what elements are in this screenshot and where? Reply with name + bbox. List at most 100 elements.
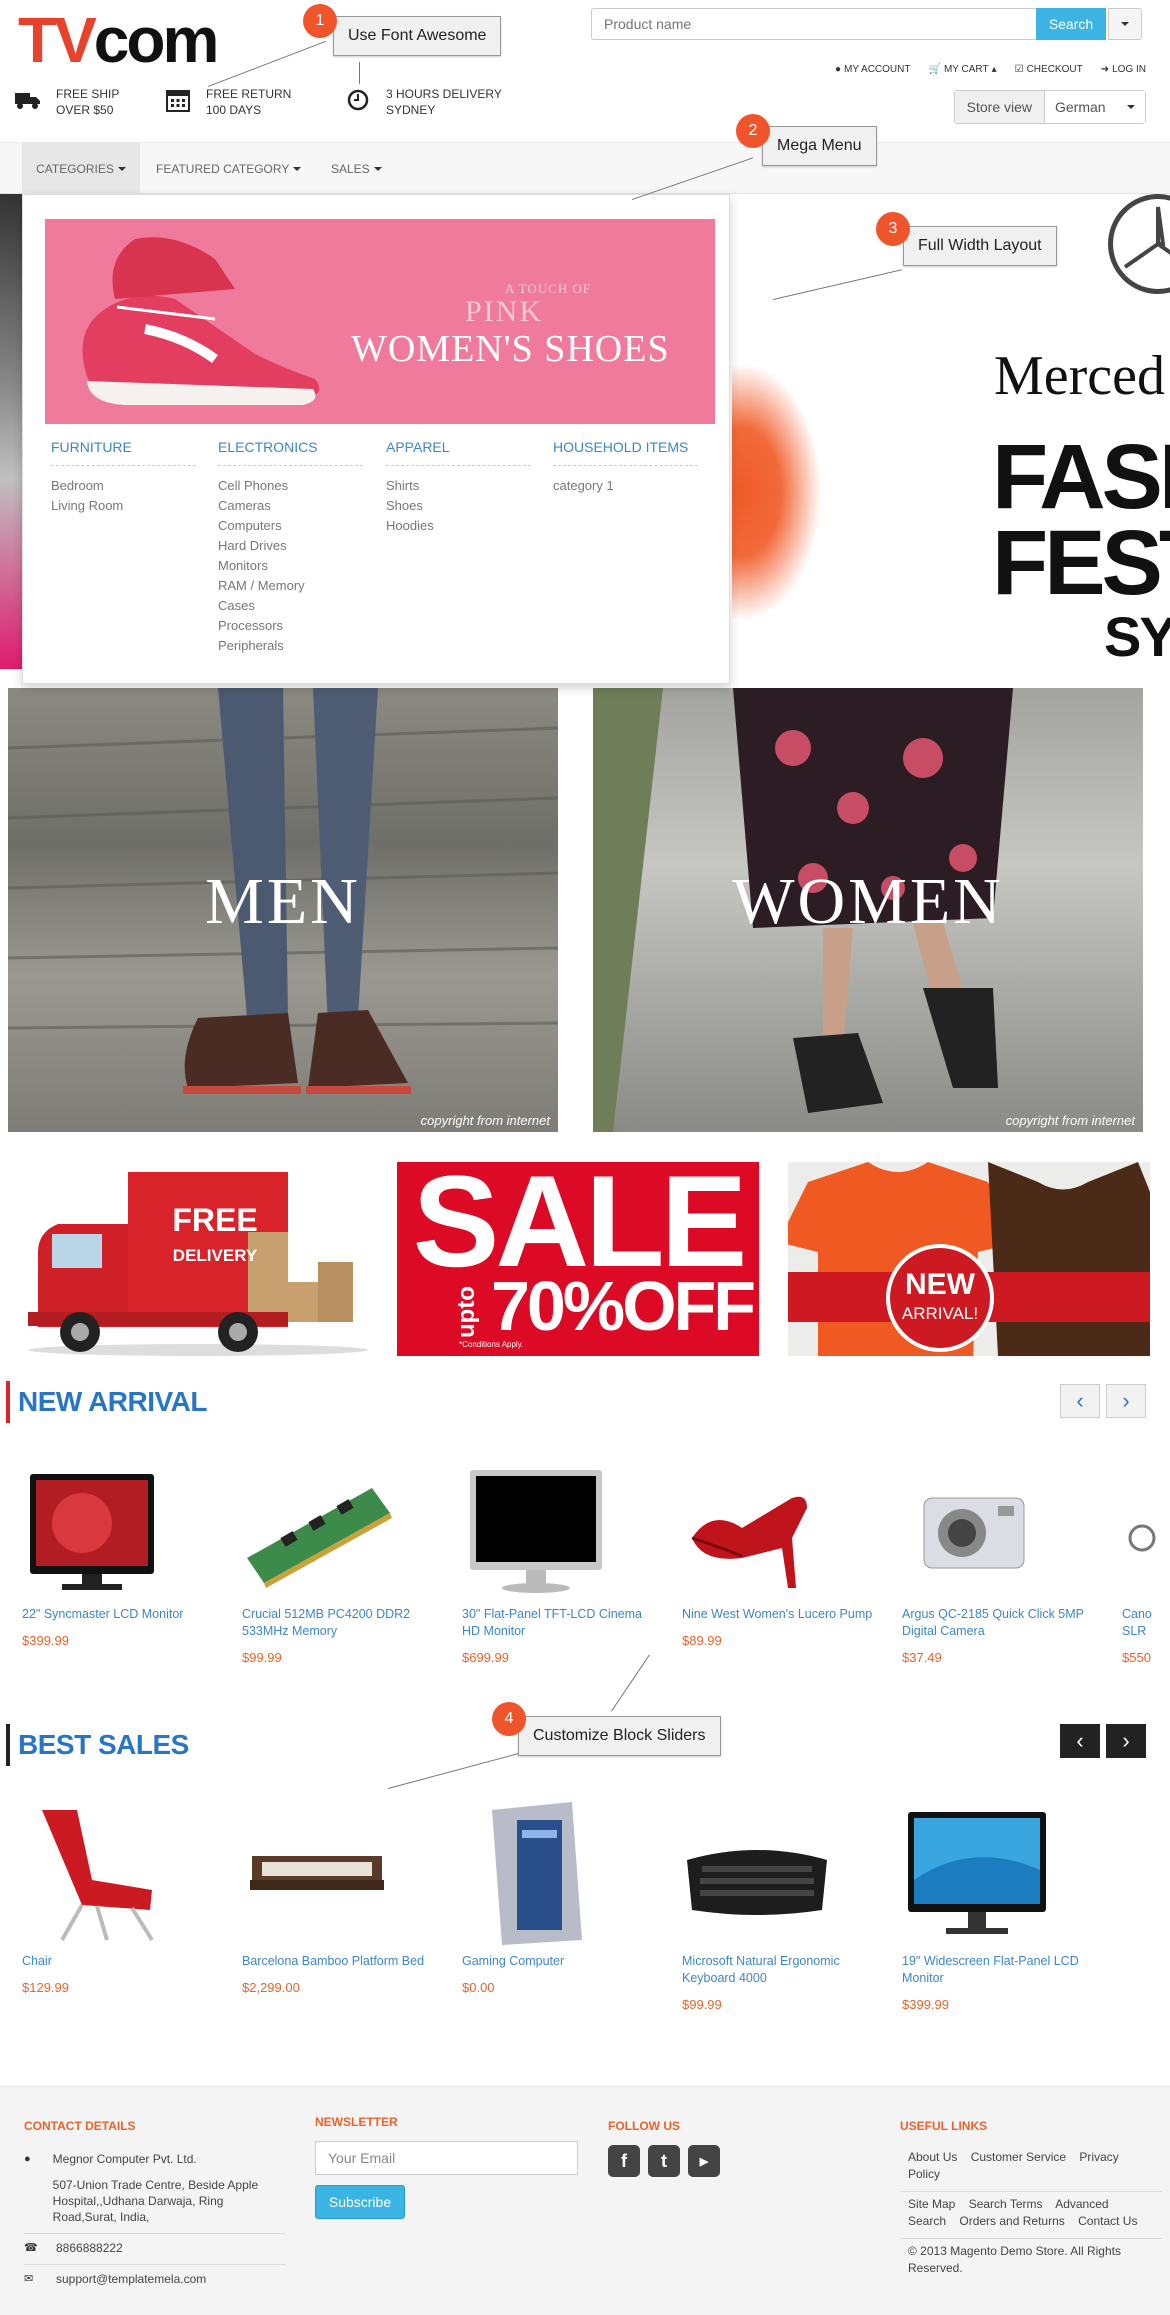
mega-link[interactable]: Shoes [386,496,531,516]
product-name[interactable]: Cano SLR [1122,1606,1170,1640]
site-footer: CONTACT DETAILS ● Megnor Computer Pvt. L… [0,2086,1170,2315]
mega-link[interactable]: RAM / Memory [218,576,363,596]
paint-splash-image [732,362,822,622]
product-name[interactable]: 22" Syncmaster LCD Monitor [22,1606,222,1623]
product-card[interactable]: 22" Syncmaster LCD Monitor $399.99 [22,1468,222,1648]
product-name[interactable]: Microsoft Natural Ergonomic Keyboard 400… [682,1953,882,1987]
mega-link[interactable]: Shirts [386,476,531,496]
login-link[interactable]: ➜ LOG IN [1101,64,1146,75]
product-card[interactable]: Cano SLR $550 [1122,1468,1170,1665]
product-card[interactable]: Microsoft Natural Ergonomic Keyboard 400… [682,1800,882,2012]
mega-link[interactable]: category 1 [553,476,698,496]
product-name[interactable]: Crucial 512MB PC4200 DDR2 533MHz Memory [242,1606,442,1640]
site-logo[interactable]: TVcom [18,8,219,72]
top-links: ● MY ACCOUNT 🛒 MY CART ▴ ☑ CHECKOUT ➜ LOG IN [835,64,1146,75]
cart-icon: 🛒 [928,64,941,75]
product-name[interactable]: Chair [22,1953,222,1970]
email-address[interactable]: support@templatemela.com [56,2271,206,2287]
checkout-link[interactable]: ☑ CHECKOUT [1015,64,1083,75]
mega-link[interactable]: Cases [218,596,363,616]
next-arrow-button[interactable]: › [1106,1724,1146,1758]
product-card[interactable]: Crucial 512MB PC4200 DDR2 533MHz Memory … [242,1468,442,1665]
my-cart-link[interactable]: 🛒 MY CART ▴ [928,64,996,75]
footer-link[interactable]: Contact Us [1078,2214,1137,2228]
search-input[interactable] [591,8,1036,40]
store-view-select[interactable]: German [1045,91,1145,123]
mega-link[interactable]: Processors [218,616,363,636]
mega-link[interactable]: Computers [218,516,363,536]
newsletter-email-input[interactable]: Your Email [315,2141,578,2175]
search-button[interactable]: Search [1036,8,1106,40]
mega-link[interactable]: Cell Phones [218,476,363,496]
product-image[interactable] [682,1800,832,1945]
mega-col-title[interactable]: HOUSEHOLD ITEMS [553,439,698,466]
nav-categories[interactable]: CATEGORIES [22,143,140,195]
mega-link[interactable]: Monitors [218,556,363,576]
mega-col-title[interactable]: FURNITURE [51,439,196,466]
women-banner[interactable]: WOMEN copyright from internet [593,688,1143,1132]
feature-line1: FREE SHIP [56,87,120,101]
mega-link[interactable]: Cameras [218,496,363,516]
product-name[interactable]: 30" Flat-Panel TFT-LCD Cinema HD Monitor [462,1606,662,1640]
product-card[interactable]: 19" Widescreen Flat-Panel LCD Monitor $3… [902,1800,1102,2012]
womens-shoes-banner[interactable]: A TOUCH OF PINK WOMEN'S SHOES [45,219,715,424]
product-image[interactable] [462,1468,602,1598]
prev-arrow-button[interactable]: ‹ [1060,1384,1100,1418]
product-image[interactable] [22,1800,172,1945]
product-image[interactable] [462,1800,612,1945]
subscribe-button[interactable]: Subscribe [315,2185,405,2219]
mega-link[interactable]: Peripherals [218,636,363,656]
product-image[interactable] [902,1800,1052,1945]
product-name[interactable]: Barcelona Bamboo Platform Bed [242,1953,442,1970]
banner-line2: PINK [465,295,544,328]
sale-promo[interactable]: SALE upto 70%OFF *Conditions Apply. [397,1162,759,1356]
product-image[interactable] [22,1468,162,1598]
footer-link[interactable]: Site Map [908,2197,955,2211]
facebook-icon[interactable]: f [608,2145,640,2177]
new-arrival-promo[interactable]: NEW ARRIVAL! [788,1162,1150,1356]
footer-link[interactable]: Search Terms [969,2197,1043,2211]
my-account-link[interactable]: ● MY ACCOUNT [835,64,911,75]
product-image[interactable] [902,1468,1042,1598]
product-image[interactable] [242,1800,392,1945]
product-name[interactable]: 19" Widescreen Flat-Panel LCD Monitor [902,1953,1102,1987]
product-image[interactable] [1122,1468,1170,1598]
product-card[interactable]: Gaming Computer $0.00 [462,1800,662,1995]
footer-link[interactable]: Customer Service [971,2150,1066,2164]
nav-featured-category[interactable]: FEATURED CATEGORY [156,143,302,195]
product-card[interactable]: Barcelona Bamboo Platform Bed $2,299.00 [242,1800,442,1995]
company-name: Megnor Computer Pvt. Ltd. [52,2152,197,2166]
map-marker-icon: ● [24,2153,31,2165]
product-card[interactable]: Nine West Women's Lucero Pump $89.99 [682,1468,882,1648]
product-card[interactable]: Chair $129.99 [22,1800,222,1995]
product-name[interactable]: Nine West Women's Lucero Pump [682,1606,882,1623]
store-view-value: German [1055,99,1106,115]
product-name[interactable]: Argus QC-2185 Quick Click 5MP Digital Ca… [902,1606,1102,1640]
phone-icon: ☎ [24,2242,38,2254]
mega-col-title[interactable]: ELECTRONICS [218,439,363,466]
nav-sales[interactable]: SALES [331,143,382,195]
men-banner[interactable]: MEN copyright from internet [8,688,558,1132]
mega-link[interactable]: Living Room [51,496,196,516]
footer-link[interactable]: About Us [908,2150,957,2164]
search-category-dropdown[interactable] [1108,8,1142,40]
prev-arrow-button[interactable]: ‹ [1060,1724,1100,1758]
free-delivery-promo[interactable]: FREE DELIVERY [18,1162,380,1356]
footer-useful-links: USEFUL LINKS About Us Customer Service P… [900,2119,1162,2285]
mega-col-title[interactable]: APPAREL [386,439,531,466]
youtube-icon[interactable]: ▶ [688,2145,720,2177]
twitter-icon[interactable]: t [648,2145,680,2177]
mega-link[interactable]: Hoodies [386,516,531,536]
product-image[interactable] [242,1468,392,1598]
product-name[interactable]: Gaming Computer [462,1953,662,1970]
next-arrow-button[interactable]: › [1106,1384,1146,1418]
product-card[interactable]: Argus QC-2185 Quick Click 5MP Digital Ca… [902,1468,1102,1665]
new-text: NEW [905,1268,975,1301]
mega-link[interactable]: Bedroom [51,476,196,496]
mega-link[interactable]: Hard Drives [218,536,363,556]
sale-upto-text: upto [453,1286,480,1338]
footer-link[interactable]: Orders and Returns [959,2214,1064,2228]
product-card[interactable]: 30" Flat-Panel TFT-LCD Cinema HD Monitor… [462,1468,662,1665]
product-image[interactable] [682,1468,822,1598]
contact-phone: ☎ 8866888222 [24,2234,286,2265]
